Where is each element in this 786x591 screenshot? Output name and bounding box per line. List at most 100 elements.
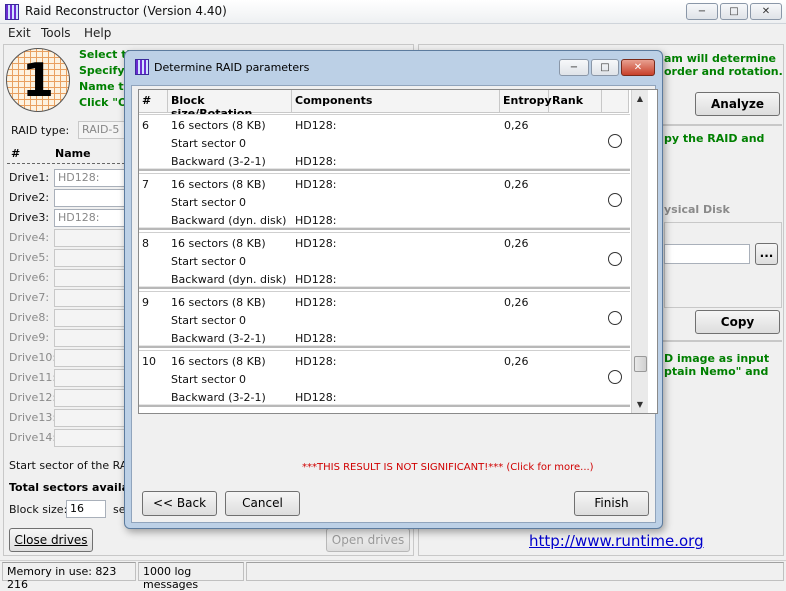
row-comp2: HD128: — [295, 155, 337, 168]
drive-label: Drive10: — [9, 351, 57, 364]
drive-field[interactable] — [54, 429, 126, 447]
row-start: Start sector 0 — [171, 255, 246, 268]
dialog-minimize-icon[interactable]: − — [559, 59, 589, 76]
row-num: 9 — [142, 296, 149, 309]
close-icon[interactable]: ✕ — [750, 3, 782, 20]
raid-type-select[interactable]: RAID-5 — [78, 121, 128, 139]
result-row[interactable]: 10 16 sectors (8 KB) HD128: 0,26 Start secto… — [139, 350, 630, 407]
drive-field[interactable] — [54, 229, 126, 247]
raid-type-label: RAID type: — [11, 124, 70, 137]
col-hash[interactable]: # — [139, 90, 168, 113]
analyze-button[interactable]: Analyze — [695, 92, 780, 116]
maximize-icon[interactable]: □ — [720, 3, 748, 20]
row-entropy: 0,26 — [504, 355, 529, 368]
main-title-bar[interactable]: Raid Reconstructor (Version 4.40) − □ ✕ — [0, 0, 786, 24]
row-block: 16 sectors (8 KB) — [171, 119, 266, 132]
step-line-2: Specify — [79, 64, 125, 77]
row-rotation: Backward (dyn. disk) — [171, 214, 287, 227]
menu-exit[interactable]: Exit — [8, 26, 31, 40]
browse-button[interactable]: ... — [755, 243, 778, 265]
rank-radio[interactable] — [608, 134, 622, 148]
cancel-button[interactable]: Cancel — [225, 491, 300, 516]
row-entropy: 0,26 — [504, 296, 529, 309]
step-one-badge: 1 — [6, 48, 70, 112]
total-sectors-label: Total sectors availal — [9, 481, 133, 494]
row-start: Start sector 0 — [171, 373, 246, 386]
col-rank[interactable]: Rank — [549, 90, 602, 113]
finish-button[interactable]: Finish — [574, 491, 649, 516]
open-drives-button[interactable]: Open drives — [326, 528, 410, 552]
row-start: Start sector 0 — [171, 196, 246, 209]
right-text-1a: am will determine — [664, 52, 777, 65]
physical-disk-group — [664, 222, 782, 308]
row-block: 16 sectors (8 KB) — [171, 237, 266, 250]
copy-button[interactable]: Copy — [695, 310, 780, 334]
row-start: Start sector 0 — [171, 137, 246, 150]
scroll-thumb[interactable] — [634, 356, 647, 372]
right-text-2: py the RAID and — [664, 132, 765, 145]
row-num: 6 — [142, 119, 149, 132]
drive-field[interactable] — [54, 329, 126, 347]
not-significant-notice[interactable]: ***THIS RESULT IS NOT SIGNIFICANT!*** (C… — [302, 462, 594, 473]
scroll-down-icon[interactable]: ▼ — [632, 396, 648, 413]
grid-scrollbar[interactable]: ▲ ▼ — [631, 90, 648, 413]
drive-label: Drive8: — [9, 311, 50, 324]
results-grid: # Block size/Rotation Components Entropy… — [138, 89, 658, 414]
minimize-icon[interactable]: − — [686, 3, 718, 20]
block-size-label: Block size: — [9, 503, 68, 516]
drive-label: Drive11: — [9, 371, 57, 384]
close-drives-button[interactable]: Close drives — [9, 528, 93, 552]
drive-field[interactable] — [54, 409, 126, 427]
result-row[interactable]: 8 16 sectors (8 KB) HD128: 0,26 Start sector… — [139, 232, 630, 289]
block-size-input[interactable]: 16 — [66, 500, 106, 518]
rank-radio[interactable] — [608, 193, 622, 207]
step-line-4: Click "O — [79, 96, 128, 109]
col-block-size[interactable]: Block size/Rotation — [168, 90, 292, 120]
dialog-app-icon — [135, 59, 149, 75]
drive-field[interactable] — [54, 289, 126, 307]
row-num: 10 — [142, 355, 156, 368]
row-comp2: HD128: — [295, 214, 337, 227]
runtime-url-link[interactable]: http://www.runtime.org — [529, 532, 704, 550]
drive-field[interactable]: HD128: — [54, 169, 126, 187]
dialog-maximize-icon[interactable]: □ — [591, 59, 619, 76]
drive-label: Drive1: — [9, 171, 50, 184]
drive-field[interactable] — [54, 369, 126, 387]
result-row[interactable]: 9 16 sectors (8 KB) HD128: 0,26 Start sector… — [139, 291, 630, 348]
menu-bar: Exit Tools Help — [0, 24, 786, 43]
window-title: Raid Reconstructor (Version 4.40) — [25, 4, 227, 18]
drive-label: Drive3: — [9, 211, 50, 224]
drive-field[interactable] — [54, 349, 126, 367]
drive-field[interactable] — [54, 309, 126, 327]
dialog-close-icon[interactable]: ✕ — [621, 59, 655, 76]
drive-field[interactable] — [54, 389, 126, 407]
drive-label: Drive9: — [9, 331, 50, 344]
right-text-3a: D image as input — [664, 352, 770, 365]
result-row[interactable]: 7 16 sectors (8 KB) HD128: 0,26 Start sector… — [139, 173, 630, 230]
drive-field[interactable] — [54, 269, 126, 287]
memory-status: Memory in use: 823 216 — [2, 562, 136, 591]
scroll-up-icon[interactable]: ▲ — [632, 90, 648, 107]
dialog-title-bar[interactable]: Determine RAID parameters − □ ✕ — [125, 51, 662, 81]
drive-label: Drive6: — [9, 271, 50, 284]
status-bar: Memory in use: 823 216 1000 log messages — [0, 560, 786, 591]
grid-header: # Block size/Rotation Components Entropy… — [139, 90, 629, 120]
col-entropy[interactable]: Entropy — [500, 90, 552, 113]
row-comp2: HD128: — [295, 332, 337, 345]
menu-help[interactable]: Help — [84, 26, 111, 40]
rank-radio[interactable] — [608, 370, 622, 384]
row-comp1: HD128: — [295, 178, 337, 191]
drive-field[interactable]: HD128: — [54, 209, 126, 227]
result-row[interactable]: 6 16 sectors (8 KB) HD128: 0,26 Start sector… — [139, 114, 630, 171]
col-components[interactable]: Components — [292, 90, 500, 113]
drive-label: Drive13: — [9, 411, 57, 424]
drive-field[interactable] — [54, 249, 126, 267]
menu-tools[interactable]: Tools — [41, 26, 71, 40]
drive-field[interactable] — [54, 189, 126, 207]
physical-disk-label: ysical Disk — [664, 203, 730, 216]
row-rotation: Backward (3-2-1) — [171, 332, 266, 345]
rank-radio[interactable] — [608, 311, 622, 325]
back-button[interactable]: << Back — [142, 491, 217, 516]
rank-radio[interactable] — [608, 252, 622, 266]
physical-disk-input[interactable] — [664, 244, 750, 264]
